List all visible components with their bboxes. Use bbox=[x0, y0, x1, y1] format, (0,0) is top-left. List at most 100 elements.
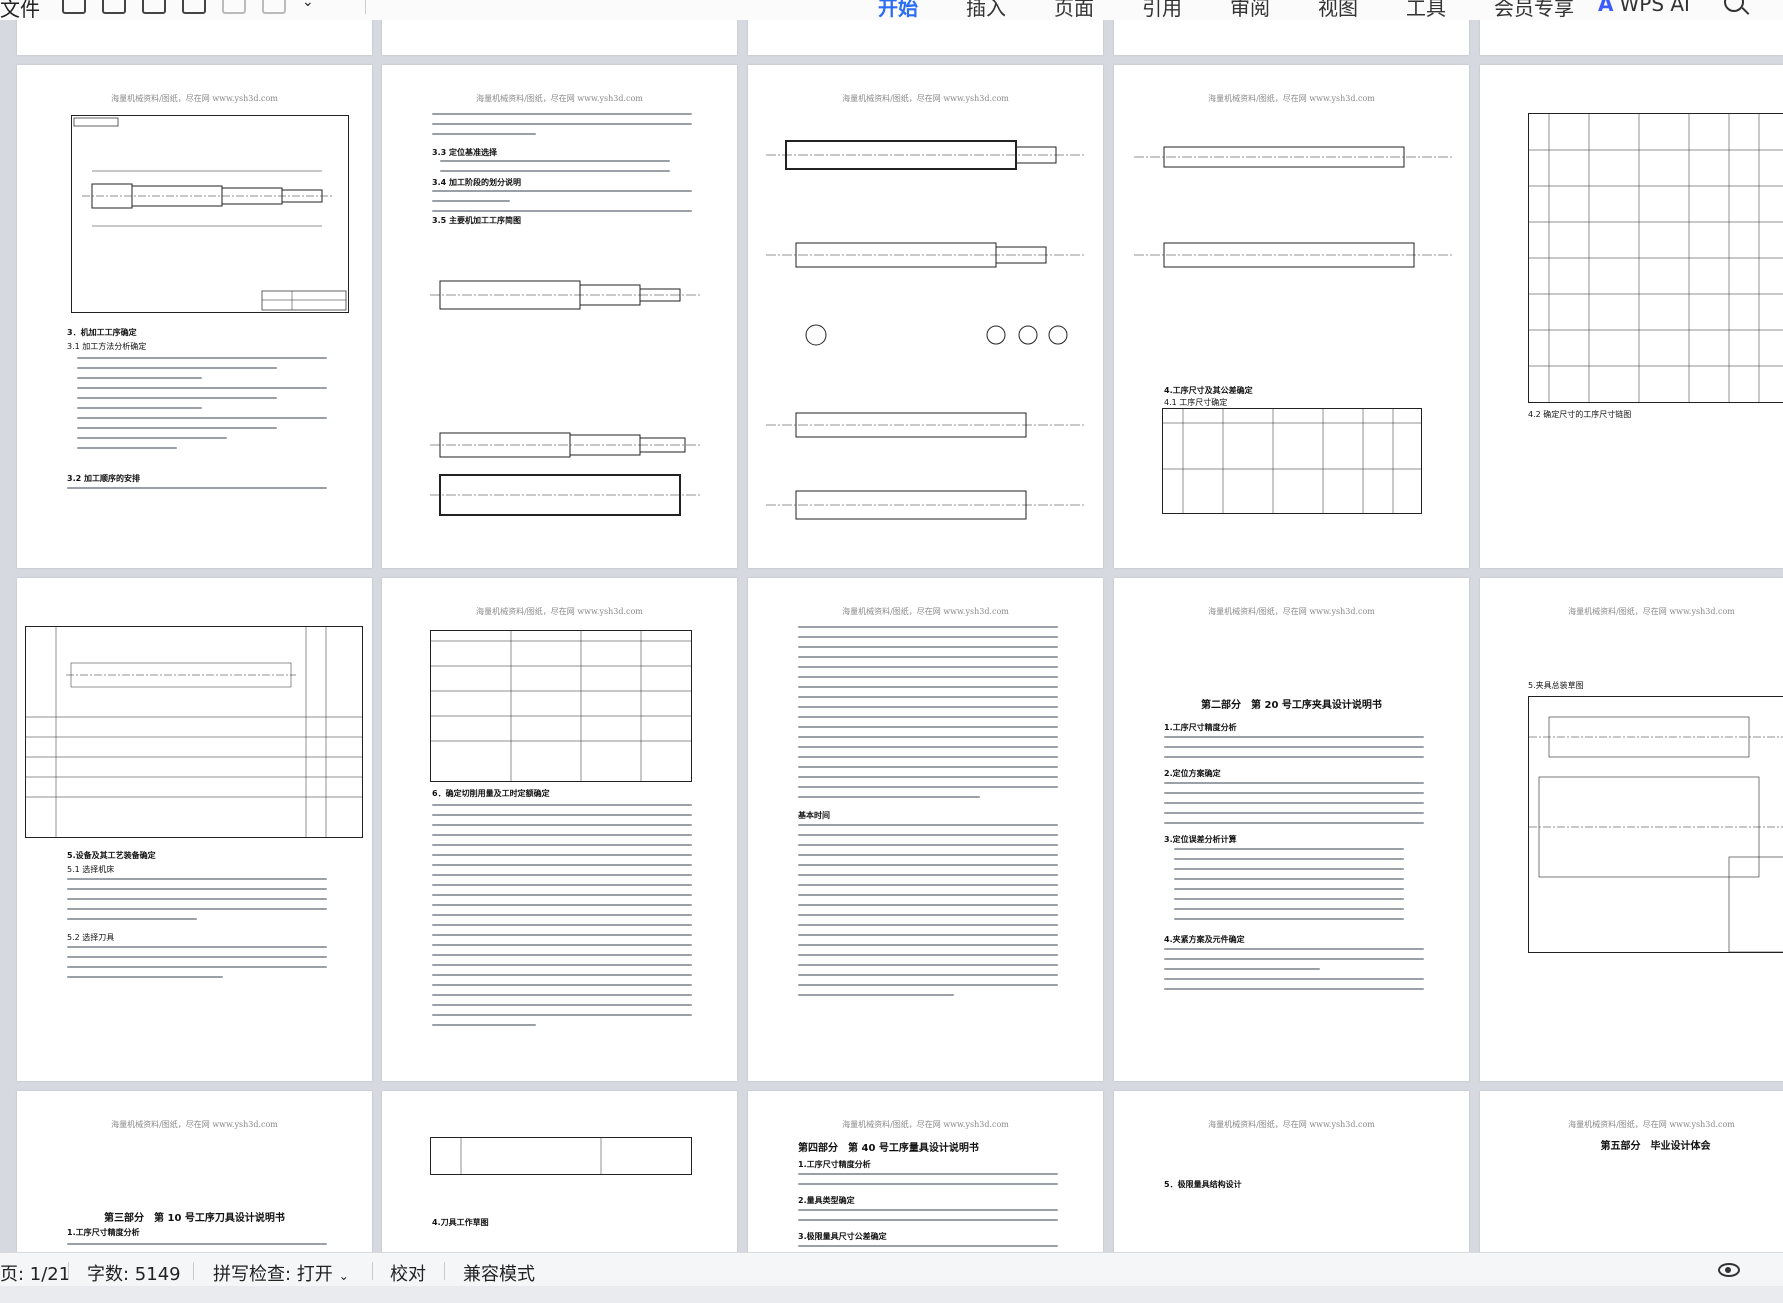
part-drawing bbox=[71, 115, 349, 313]
page-header: 海量机械资料/图纸，尽在网 www.ysh3d.com bbox=[1208, 1120, 1375, 1129]
page-partial-4 bbox=[1114, 20, 1469, 55]
part-title: 第五部分 毕业设计体会 bbox=[1600, 1141, 1711, 1152]
file-menu[interactable]: 文件 bbox=[0, 0, 40, 20]
page-header: 海量机械资料/图纸，尽在网 www.ysh3d.com bbox=[1208, 94, 1375, 103]
text-block bbox=[67, 1243, 327, 1252]
page: 海量机械资料/图纸，尽在网 www.ysh3d.com 第三部分 第 10 号工… bbox=[17, 1091, 372, 1252]
spell-check-toggle[interactable]: 拼写检查: 打开 ⌄ bbox=[213, 1260, 349, 1286]
page: 海量机械资料/图纸，尽在网 www.ysh3d.com 第二部分 第 20 号工… bbox=[1114, 578, 1469, 1081]
section-heading: 2.量具类型确定 bbox=[798, 1196, 855, 1205]
dimension-table bbox=[1528, 113, 1783, 403]
page-partial-1 bbox=[17, 20, 372, 55]
part-title: 第四部分 第 40 号工序量具设计说明书 bbox=[798, 1143, 979, 1154]
page-partial-3 bbox=[748, 20, 1103, 55]
page: 海量机械资料/图纸，尽在网 www.ysh3d.com bbox=[748, 65, 1103, 568]
page: 4.刀具工作草图 bbox=[382, 1091, 737, 1252]
page-header: 海量机械资料/图纸，尽在网 www.ysh3d.com bbox=[111, 1120, 278, 1129]
document-canvas[interactable]: 海量机械资料/图纸，尽在网 www.ysh3d.com 3．机加工工序确定 3.… bbox=[0, 20, 1783, 1252]
page-header: 海量机械资料/图纸，尽在网 www.ysh3d.com bbox=[1568, 607, 1735, 616]
section-heading: 3.1 加工方法分析确定 bbox=[67, 342, 147, 351]
text-block bbox=[798, 1209, 1058, 1229]
redo-icon[interactable] bbox=[262, 0, 286, 14]
page-partial-5 bbox=[1480, 20, 1783, 55]
quick-access-icons: ⌄ bbox=[62, 0, 326, 14]
search-icon[interactable] bbox=[1724, 0, 1744, 12]
page-header: 海量机械资料/图纸，尽在网 www.ysh3d.com bbox=[842, 607, 1009, 616]
section-heading: 4.1 工序尺寸确定 bbox=[1164, 398, 1228, 407]
page: 海量机械资料/图纸，尽在网 www.ysh3d.com 第五部分 毕业设计体会 bbox=[1480, 1091, 1783, 1252]
print-icon[interactable] bbox=[142, 0, 166, 14]
dimension-table bbox=[1162, 408, 1422, 514]
proofread-button[interactable]: 校对 bbox=[390, 1260, 426, 1286]
chevron-down-icon: ⌄ bbox=[338, 1269, 349, 1283]
page: 4.2 确定尺寸的工序尺寸链图 bbox=[1480, 65, 1783, 568]
word-count[interactable]: 字数: 5149 bbox=[87, 1260, 181, 1286]
page-header: 海量机械资料/图纸，尽在网 www.ysh3d.com bbox=[111, 94, 278, 103]
tab-review[interactable]: 审阅 bbox=[1230, 0, 1270, 20]
page-header: 海量机械资料/图纸，尽在网 www.ysh3d.com bbox=[842, 94, 1009, 103]
tab-page[interactable]: 页面 bbox=[1054, 0, 1094, 20]
drawing-svg bbox=[73, 117, 347, 311]
tab-member[interactable]: 会员专享 bbox=[1494, 0, 1574, 20]
compatibility-mode: 兼容模式 bbox=[463, 1264, 535, 1285]
page-indicator[interactable]: 页: 1/21 bbox=[0, 1260, 70, 1286]
page-header: 海量机械资料/图纸，尽在网 www.ysh3d.com bbox=[476, 607, 643, 616]
section-heading: 2.定位方案确定 bbox=[1164, 769, 1221, 778]
page-header: 海量机械资料/图纸，尽在网 www.ysh3d.com bbox=[1568, 1120, 1735, 1129]
top-toolbar: 文件 ⌄ 开始 插入 页面 引用 审阅 视图 工具 会员专享 A WPS AI bbox=[0, 0, 1783, 20]
page: 海量机械资料/图纸，尽在网 www.ysh3d.com 第四部分 第 40 号工… bbox=[748, 1091, 1103, 1252]
text-block bbox=[67, 946, 327, 986]
save-icon[interactable] bbox=[62, 0, 86, 14]
section-heading: 4.工序尺寸及其公差确定 bbox=[1164, 386, 1253, 395]
link-icon[interactable] bbox=[102, 0, 126, 14]
tab-tools[interactable]: 工具 bbox=[1406, 0, 1446, 20]
text-block bbox=[432, 804, 692, 1034]
parameter-table bbox=[430, 1137, 692, 1175]
page: 海量机械资料/图纸，尽在网 www.ysh3d.com 5．极限量具结构设计 bbox=[1114, 1091, 1469, 1252]
wps-ai-label: WPS AI bbox=[1619, 0, 1690, 16]
page: 5.设备及其工艺装备确定 5.1 选择机床 5.2 选择刀具 bbox=[17, 578, 372, 1081]
section-heading: 5.夹具总装草图 bbox=[1528, 681, 1584, 690]
text-block bbox=[1164, 782, 1424, 832]
text-block bbox=[798, 1245, 1058, 1252]
section-heading: 3.极限量具尺寸公差确定 bbox=[798, 1232, 887, 1241]
section-heading: 3．机加工工序确定 bbox=[67, 328, 137, 337]
part-title: 第三部分 第 10 号工序刀具设计说明书 bbox=[104, 1213, 285, 1224]
page: 海量机械资料/图纸，尽在网 www.ysh3d.com 3．机加工工序确定 3.… bbox=[17, 65, 372, 568]
dropdown-icon[interactable]: ⌄ bbox=[302, 0, 326, 14]
tab-home[interactable]: 开始 bbox=[878, 0, 918, 20]
ribbon-tabs: 开始 插入 页面 引用 审阅 视图 工具 会员专享 bbox=[878, 0, 1622, 20]
text-block bbox=[432, 113, 692, 143]
wps-ai-logo-icon: A bbox=[1598, 0, 1614, 16]
section-heading: 5.1 选择机床 bbox=[67, 865, 115, 874]
page-header: 海量机械资料/图纸，尽在网 www.ysh3d.com bbox=[842, 1120, 1009, 1129]
page: 海量机械资料/图纸，尽在网 www.ysh3d.com 基本时间 bbox=[748, 578, 1103, 1081]
print-preview-icon[interactable] bbox=[182, 0, 206, 14]
section-heading: 5.2 选择刀具 bbox=[67, 933, 115, 942]
text-block bbox=[1174, 848, 1404, 928]
tab-insert[interactable]: 插入 bbox=[966, 0, 1006, 20]
text-block bbox=[798, 626, 1058, 806]
section-heading: 4.夹紧方案及元件确定 bbox=[1164, 935, 1245, 944]
process-sketches bbox=[766, 140, 1086, 520]
wps-ai-button[interactable]: A WPS AI bbox=[1598, 0, 1690, 16]
tolerance-table bbox=[430, 630, 692, 782]
spell-check-label: 拼写检查: 打开 bbox=[213, 1264, 333, 1285]
eye-icon[interactable] bbox=[1718, 1263, 1740, 1277]
page-header: 海量机械资料/图纸，尽在网 www.ysh3d.com bbox=[1208, 607, 1375, 616]
process-sketches bbox=[1134, 146, 1454, 268]
toolbar-divider bbox=[365, 0, 366, 14]
text-block bbox=[1164, 736, 1424, 766]
page: 海量机械资料/图纸，尽在网 www.ysh3d.com 3.3 定位基准选择 3… bbox=[382, 65, 737, 568]
section-heading: 1.工序尺寸精度分析 bbox=[798, 1160, 871, 1169]
text-block bbox=[67, 878, 327, 928]
section-heading: 6．确定切削用量及工时定额确定 bbox=[432, 789, 550, 798]
text-block bbox=[67, 487, 327, 497]
tab-references[interactable]: 引用 bbox=[1142, 0, 1182, 20]
page-partial-2 bbox=[382, 20, 737, 55]
undo-icon[interactable] bbox=[222, 0, 246, 14]
page: 海量机械资料/图纸，尽在网 www.ysh3d.com 6．确定切削用量及工时定… bbox=[382, 578, 737, 1081]
process-card bbox=[25, 626, 363, 838]
tab-view[interactable]: 视图 bbox=[1318, 0, 1358, 20]
text-block bbox=[1164, 948, 1424, 998]
